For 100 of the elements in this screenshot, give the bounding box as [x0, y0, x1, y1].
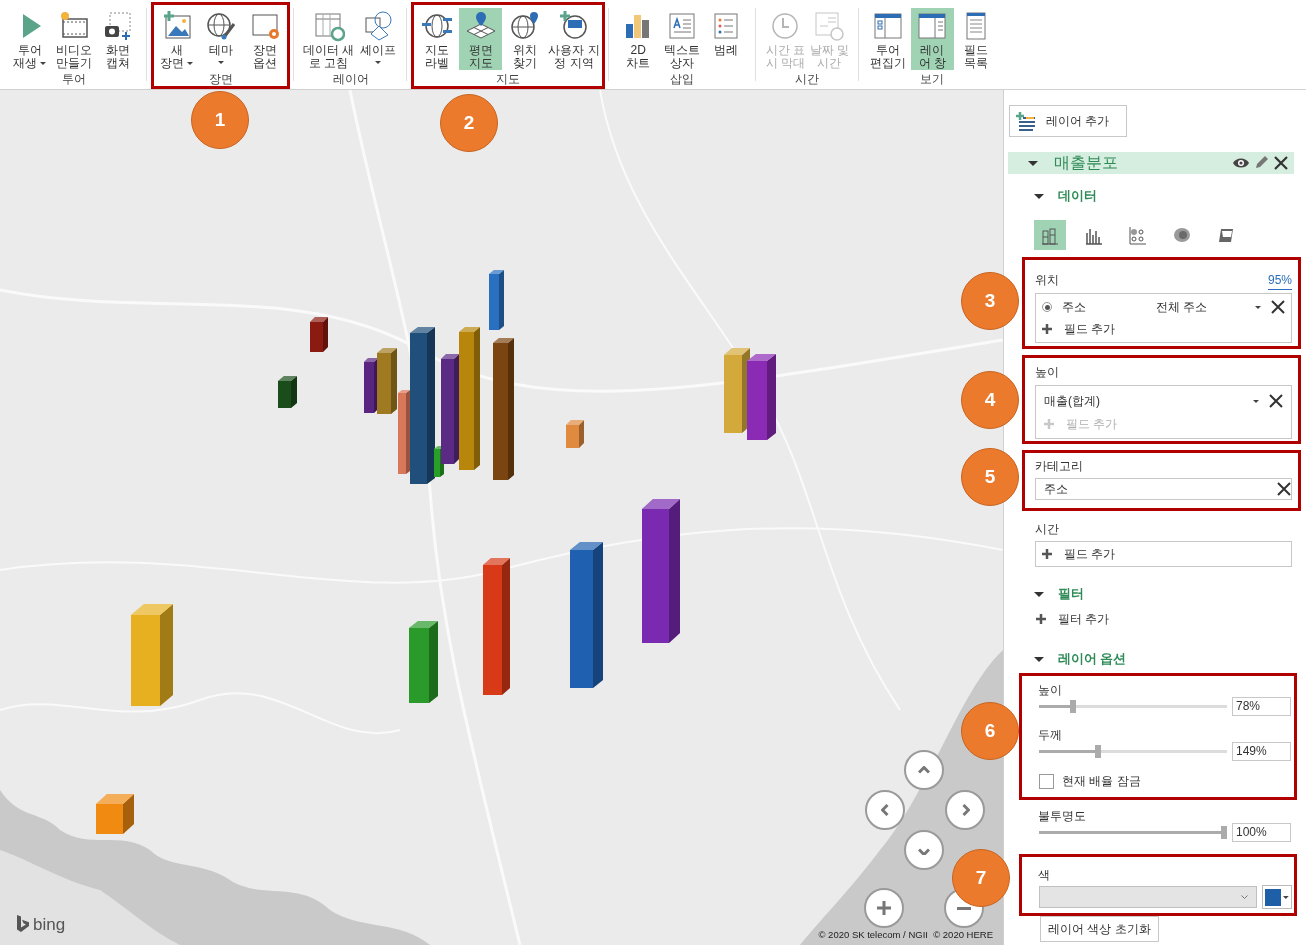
- section-heading: 필터: [1058, 586, 1084, 603]
- color-dropdown[interactable]: [1039, 886, 1257, 908]
- add-filter-button[interactable]: 필터 추가: [1036, 608, 1110, 630]
- text-clock-icon: [813, 10, 846, 42]
- color-picker-button[interactable]: [1262, 885, 1292, 909]
- globe-plus-icon: [558, 10, 590, 42]
- add-field-button[interactable]: 필드 추가: [1042, 543, 1116, 565]
- stacked-column-icon: [1040, 225, 1060, 245]
- collapse-triangle-icon[interactable]: [1034, 655, 1044, 664]
- heat-map-icon: [1172, 225, 1192, 245]
- group-label: 시간: [795, 71, 820, 88]
- field-type: 전체 주소: [1156, 299, 1209, 316]
- group-label: 장면: [208, 71, 233, 88]
- value-field[interactable]: 78%: [1232, 697, 1291, 716]
- field-label: 색: [1038, 867, 1050, 884]
- checkbox-label: 현재 배율 잠금: [1062, 773, 1141, 790]
- section-heading: 레이어 옵션: [1058, 651, 1127, 668]
- slider-handle[interactable]: [1221, 826, 1227, 839]
- ribbon-button[interactable]: 2D 차트: [616, 8, 660, 70]
- map-column: [96, 794, 134, 834]
- section-heading: 데이터: [1058, 188, 1097, 205]
- ribbon-button[interactable]: 투어 재생: [8, 8, 51, 70]
- plus-icon: [1044, 419, 1054, 429]
- caret-icon[interactable]: [1253, 399, 1259, 403]
- chevron-down-icon: [1241, 895, 1248, 899]
- field-label: 카테고리: [1035, 458, 1083, 475]
- slider[interactable]: [1039, 745, 1227, 758]
- layer-name: 매출분포: [1054, 153, 1119, 173]
- map-column: [278, 376, 297, 408]
- slider-handle[interactable]: [1069, 700, 1076, 713]
- field-name: 주소: [1062, 299, 1087, 316]
- ribbon-button[interactable]: 레이 어 창: [910, 8, 954, 70]
- remove-icon[interactable]: [1271, 300, 1285, 314]
- add-layer-button[interactable]: 레이어 추가: [1009, 105, 1127, 137]
- bing-logo-text: bing: [33, 915, 66, 933]
- group-label: 보기: [920, 71, 945, 88]
- pencil-icon[interactable]: [1254, 156, 1268, 170]
- map-attribution: © 2020 SK telecom / NGII © 2020 HERE: [818, 927, 993, 942]
- ribbon-button[interactable]: 범례: [704, 8, 748, 70]
- collapse-triangle-icon[interactable]: [1028, 159, 1038, 167]
- field-label: 시간: [1035, 521, 1059, 538]
- map-column: [489, 270, 504, 330]
- group-label: 투어: [61, 71, 86, 88]
- confidence-link[interactable]: 95%: [1268, 271, 1293, 290]
- group-label: 삽입: [670, 71, 695, 88]
- remove-icon[interactable]: [1269, 394, 1283, 408]
- field-name: 주소: [1044, 481, 1069, 498]
- value-field[interactable]: 100%: [1232, 823, 1291, 842]
- caret-icon: [1283, 895, 1289, 899]
- add-field-button[interactable]: 필드 추가: [1042, 318, 1285, 340]
- group-label: 지도: [496, 71, 520, 88]
- ribbon-button[interactable]: 텍스트 상자: [660, 8, 704, 70]
- field-name: 매출(합계): [1044, 393, 1101, 410]
- chevron-up-icon: [918, 765, 930, 775]
- slider[interactable]: [1039, 700, 1227, 713]
- field-label: 위치: [1035, 272, 1059, 289]
- plus-icon: [1036, 614, 1046, 624]
- ribbon-button[interactable]: 비디오 만들기: [52, 8, 95, 70]
- bing-logo-icon: [16, 915, 30, 933]
- checkbox[interactable]: [1039, 773, 1054, 789]
- table-refresh-icon: [312, 10, 345, 42]
- close-icon[interactable]: [1274, 156, 1288, 170]
- reset-color-button[interactable]: 레이어 색상 초기화: [1040, 916, 1159, 942]
- remove-icon[interactable]: [1277, 482, 1291, 496]
- ribbon-button[interactable]: 위치 찾기: [503, 8, 547, 70]
- minus-icon: [957, 906, 971, 910]
- field-label: 높이: [1035, 364, 1059, 381]
- field-label: 높이: [1038, 682, 1062, 699]
- panel-left-icon: [872, 10, 905, 42]
- plus-icon: [1042, 324, 1052, 334]
- bubble-icon: [1128, 225, 1148, 245]
- map-column: [364, 358, 378, 413]
- ribbon-button[interactable]: 투어 편집기: [866, 8, 910, 70]
- value-field[interactable]: 149%: [1232, 742, 1291, 761]
- ribbon-button[interactable]: 장면 옵션: [243, 8, 286, 70]
- ribbon-button[interactable]: 셰이프: [356, 8, 400, 70]
- globe-brush-icon: [204, 10, 237, 42]
- map-column: [566, 420, 584, 448]
- eye-icon[interactable]: [1233, 157, 1249, 169]
- slider[interactable]: [1039, 826, 1227, 839]
- slider-handle[interactable]: [1095, 745, 1102, 758]
- ribbon-button[interactable]: 필드 목록: [954, 8, 998, 70]
- panel-right-icon: [916, 10, 949, 42]
- field-label: 두께: [1038, 727, 1062, 744]
- caret-icon[interactable]: [1255, 305, 1261, 309]
- collapse-triangle-icon[interactable]: [1034, 192, 1044, 201]
- group-label: 레이어: [332, 71, 369, 88]
- ribbon-button[interactable]: 평면 지도: [459, 8, 503, 70]
- ribbon-button[interactable]: 데이터 새 로 고침: [302, 8, 356, 70]
- ribbon-button[interactable]: 테마: [199, 8, 242, 70]
- field-label: 불투명도: [1038, 808, 1086, 825]
- collapse-triangle-icon[interactable]: [1034, 590, 1044, 599]
- ribbon-button[interactable]: 새 장면: [155, 8, 198, 70]
- ribbon-button[interactable]: 화면 캡쳐: [96, 8, 139, 70]
- ribbon-button[interactable]: 지도 라벨: [415, 8, 459, 70]
- chevron-right-icon: [960, 804, 970, 816]
- ribbon-button[interactable]: 사용자 지 정 지역: [547, 8, 601, 70]
- map-column: [310, 317, 328, 352]
- visualization-type-button[interactable]: [1034, 220, 1066, 250]
- layers-plus-icon: [1016, 111, 1036, 131]
